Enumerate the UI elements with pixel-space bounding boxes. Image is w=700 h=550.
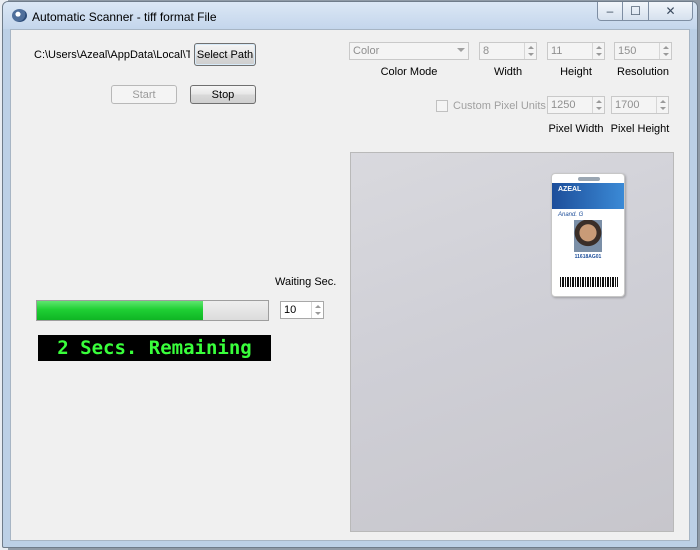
spin-up-icon [660,100,666,103]
custom-pixel-units-label: Custom Pixel Units [453,100,546,112]
path-display: C:\Users\Azeal\AppData\Local\Temp [34,49,190,61]
color-mode-select[interactable]: Color [349,42,469,60]
countdown-progress-bar [36,300,269,321]
close-icon: ✕ [665,4,676,18]
spin-down-icon [315,312,321,315]
waiting-seconds-value: 10 [284,304,297,316]
height-spin-buttons[interactable] [592,43,604,59]
waiting-seconds-stepper[interactable]: 10 [280,301,324,319]
select-path-label: Select Path [196,48,254,61]
resolution-spin-buttons[interactable] [659,43,671,59]
spin-up-icon [528,46,534,49]
spin-up-icon [596,46,602,49]
chevron-down-icon [457,48,465,52]
card-photo [574,220,602,252]
height-stepper[interactable]: 11 [547,42,605,60]
color-mode-value: Color [353,45,380,57]
color-mode-label: Color Mode [380,66,438,78]
pixel-width-spin-buttons[interactable] [592,97,604,113]
stop-label: Stop [211,88,235,101]
width-value: 8 [483,45,490,57]
scanner-app-icon [12,9,27,22]
scan-preview: AZEAL Anand. G 11618AG01 [350,152,674,532]
pixel-width-label: Pixel Width [548,123,604,135]
card-code: 11618AG01 [574,254,602,260]
spin-up-icon [663,46,669,49]
spin-down-icon [596,107,602,110]
resolution-value: 150 [618,45,637,57]
window-title: Automatic Scanner - tiff format File [32,10,217,24]
spin-down-icon [596,53,602,56]
card-barcode [560,277,618,287]
height-value: 11 [551,45,563,57]
select-path-button[interactable]: Select Path [194,43,256,66]
width-stepper[interactable]: 8 [479,42,537,60]
spin-down-icon [663,53,669,56]
spin-down-icon [528,53,534,56]
pixel-height-spin-buttons[interactable] [656,97,668,113]
card-lanyard-slot [578,177,600,181]
minimize-icon: – [606,4,614,18]
width-spin-buttons[interactable] [524,43,536,59]
resolution-label: Resolution [617,66,669,78]
scanned-id-card: AZEAL Anand. G 11618AG01 [551,173,625,297]
maximize-button[interactable]: ☐ [623,2,649,21]
stop-button[interactable]: Stop [190,85,256,104]
minimize-button[interactable]: – [597,2,623,21]
scanner-window: Automatic Scanner - tiff format File – ☐… [2,1,698,548]
title-bar[interactable]: Automatic Scanner - tiff format File – ☐… [3,2,697,29]
pixel-width-stepper[interactable]: 1250 [547,96,605,114]
form-client-area: C:\Users\Azeal\AppData\Local\Temp Select… [10,29,690,541]
custom-pixel-units-checkbox[interactable] [436,100,448,112]
spin-up-icon [315,305,321,308]
progress-fill [37,301,204,320]
waiting-seconds-spin-buttons[interactable] [311,302,323,318]
start-button[interactable]: Start [111,85,177,104]
spin-down-icon [660,107,666,110]
pixel-height-label: Pixel Height [610,123,670,135]
height-label: Height [560,66,592,78]
remaining-time-display: 2 Secs. Remaining [38,335,271,361]
pixel-height-value: 1700 [615,99,640,111]
close-button[interactable]: ✕ [649,2,693,21]
start-label: Start [132,88,156,101]
card-brand: AZEAL [558,186,582,193]
maximize-icon: ☐ [630,4,641,18]
resolution-stepper[interactable]: 150 [614,42,672,60]
spin-up-icon [596,100,602,103]
card-name: Anand. G [558,212,584,218]
window-controls: – ☐ ✕ [597,2,693,21]
pixel-height-stepper[interactable]: 1700 [611,96,669,114]
width-label: Width [493,66,523,78]
pixel-width-value: 1250 [551,99,576,111]
waiting-seconds-label: Waiting Sec. [275,276,337,288]
